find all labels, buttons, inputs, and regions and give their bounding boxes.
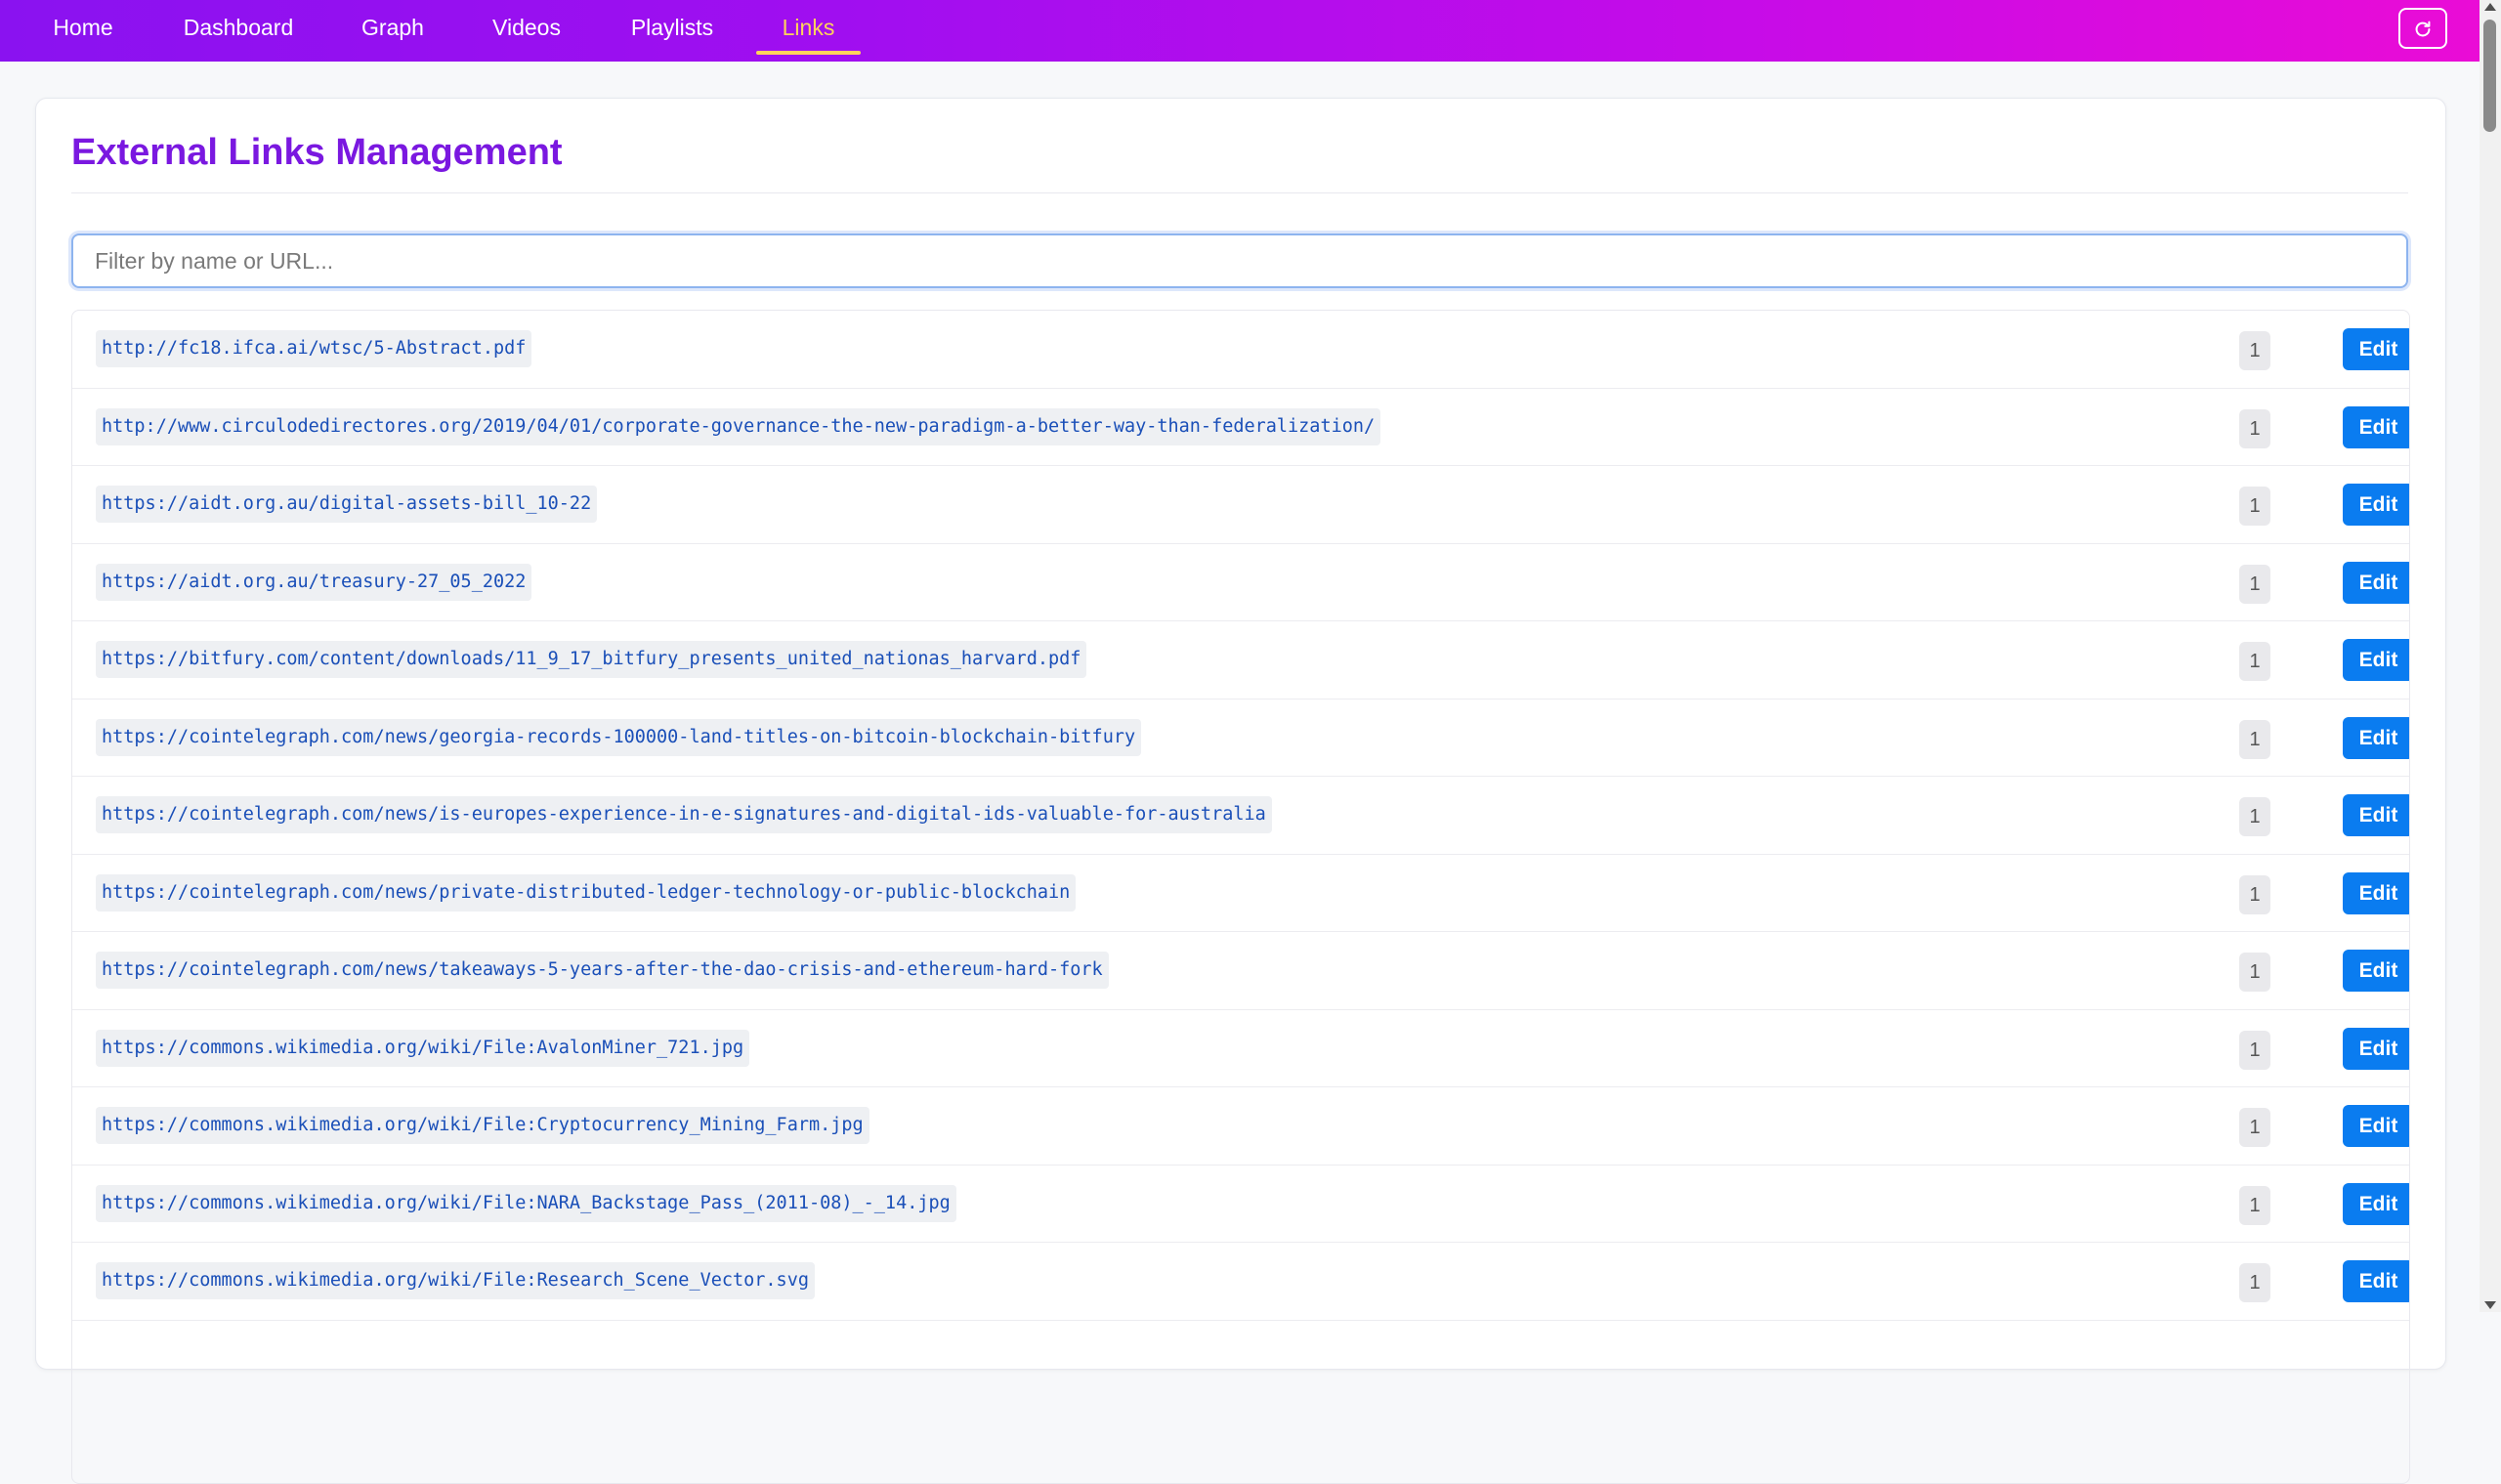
nav-item-playlists[interactable]: Playlists — [615, 0, 729, 55]
usage-count-badge: 1 — [2239, 331, 2270, 370]
filter-input[interactable] — [71, 233, 2408, 288]
link-row: https://cointelegraph.com/news/georgia-r… — [72, 700, 2409, 777]
nav-item-graph[interactable]: Graph — [348, 0, 438, 55]
edit-button[interactable]: Edit — [2343, 639, 2409, 681]
nav-item-home[interactable]: Home — [37, 0, 129, 55]
link-url[interactable]: https://aidt.org.au/digital-assets-bill_… — [96, 486, 598, 523]
active-tab-indicator — [756, 51, 861, 55]
scrollbar-thumb[interactable] — [2483, 20, 2496, 132]
scroll-up-arrow-icon[interactable] — [2484, 3, 2496, 11]
link-url[interactable]: https://commons.wikimedia.org/wiki/File:… — [96, 1184, 956, 1222]
vertical-scrollbar[interactable] — [2480, 0, 2501, 1312]
link-row: https://commons.wikimedia.org/wiki/File:… — [72, 1010, 2409, 1087]
usage-count-badge: 1 — [2239, 1185, 2270, 1225]
link-row: https://aidt.org.au/digital-assets-bill_… — [72, 466, 2409, 544]
usage-count-badge: 1 — [2239, 953, 2270, 992]
usage-count-badge: 1 — [2239, 874, 2270, 914]
title-divider — [71, 192, 2408, 193]
usage-count-badge: 1 — [2239, 719, 2270, 759]
edit-button[interactable]: Edit — [2343, 1260, 2409, 1302]
edit-button[interactable]: Edit — [2343, 1027, 2409, 1070]
link-url[interactable]: https://aidt.org.au/treasury-27_05_2022 — [96, 563, 532, 601]
edit-button[interactable]: Edit — [2343, 794, 2409, 836]
edit-button[interactable]: Edit — [2343, 871, 2409, 914]
link-url[interactable]: https://cointelegraph.com/news/takeaways… — [96, 952, 1109, 989]
usage-count-badge: 1 — [2239, 797, 2270, 836]
links-list: http://fc18.ifca.ai/wtsc/5-Abstract.pdf 1… — [71, 310, 2410, 1484]
link-row: https://aidt.org.au/treasury-27_05_2022 1… — [72, 544, 2409, 621]
link-url[interactable]: https://commons.wikimedia.org/wiki/File:… — [96, 1029, 750, 1067]
link-url[interactable]: http://fc18.ifca.ai/wtsc/5-Abstract.pdf — [96, 330, 532, 367]
link-row: https://cointelegraph.com/news/private-d… — [72, 855, 2409, 932]
edit-button[interactable]: Edit — [2343, 561, 2409, 604]
page-title: External Links Management — [71, 132, 563, 173]
link-url[interactable]: https://commons.wikimedia.org/wiki/File:… — [96, 1107, 869, 1144]
link-row: https://commons.wikimedia.org/wiki/File:… — [72, 1243, 2409, 1321]
link-url[interactable]: https://cointelegraph.com/news/is-europe… — [96, 796, 1272, 833]
usage-count-badge: 1 — [2239, 642, 2270, 681]
link-row: https://commons.wikimedia.org/wiki/File:… — [72, 1087, 2409, 1166]
link-row: https://cointelegraph.com/news/is-europe… — [72, 777, 2409, 855]
link-url[interactable]: https://bitfury.com/content/downloads/11… — [96, 641, 1087, 678]
usage-count-badge: 1 — [2239, 1108, 2270, 1147]
link-url[interactable]: http://www.circulodedirectores.org/2019/… — [96, 407, 1381, 445]
link-row: https://commons.wikimedia.org/wiki/File:… — [72, 1166, 2409, 1243]
edit-button[interactable]: Edit — [2343, 1182, 2409, 1225]
refresh-icon — [2415, 21, 2431, 37]
edit-button[interactable]: Edit — [2343, 1105, 2409, 1147]
link-row: http://fc18.ifca.ai/wtsc/5-Abstract.pdf 1… — [72, 311, 2409, 389]
usage-count-badge: 1 — [2239, 487, 2270, 526]
links-card: External Links Management http://fc18.if… — [35, 98, 2446, 1484]
usage-count-badge: 1 — [2239, 564, 2270, 604]
edit-button[interactable]: Edit — [2343, 405, 2409, 448]
link-url[interactable]: https://cointelegraph.com/news/private-d… — [96, 873, 1077, 912]
scroll-down-arrow-icon[interactable] — [2484, 1301, 2496, 1309]
usage-count-badge: 1 — [2239, 1263, 2270, 1302]
link-row: https://bitfury.com/content/downloads/11… — [72, 621, 2409, 700]
top-navbar: Home Dashboard Graph Videos Playlists Li… — [0, 0, 2480, 62]
usage-count-badge: 1 — [2239, 1030, 2270, 1070]
nav-item-links[interactable]: Links — [756, 0, 861, 55]
refresh-button[interactable] — [2398, 8, 2447, 49]
link-row: https://cointelegraph.com/news/takeaways… — [72, 932, 2409, 1010]
nav-item-dashboard[interactable]: Dashboard — [168, 0, 309, 55]
link-url[interactable]: https://cointelegraph.com/news/georgia-r… — [96, 718, 1142, 756]
usage-count-badge: 1 — [2239, 408, 2270, 448]
nav-item-videos[interactable]: Videos — [477, 0, 576, 55]
edit-button[interactable]: Edit — [2343, 716, 2409, 759]
edit-button[interactable]: Edit — [2343, 484, 2409, 526]
edit-button[interactable]: Edit — [2343, 950, 2409, 992]
link-url[interactable]: https://commons.wikimedia.org/wiki/File:… — [96, 1262, 815, 1299]
link-row: http://www.circulodedirectores.org/2019/… — [72, 389, 2409, 466]
edit-button[interactable]: Edit — [2343, 328, 2409, 370]
